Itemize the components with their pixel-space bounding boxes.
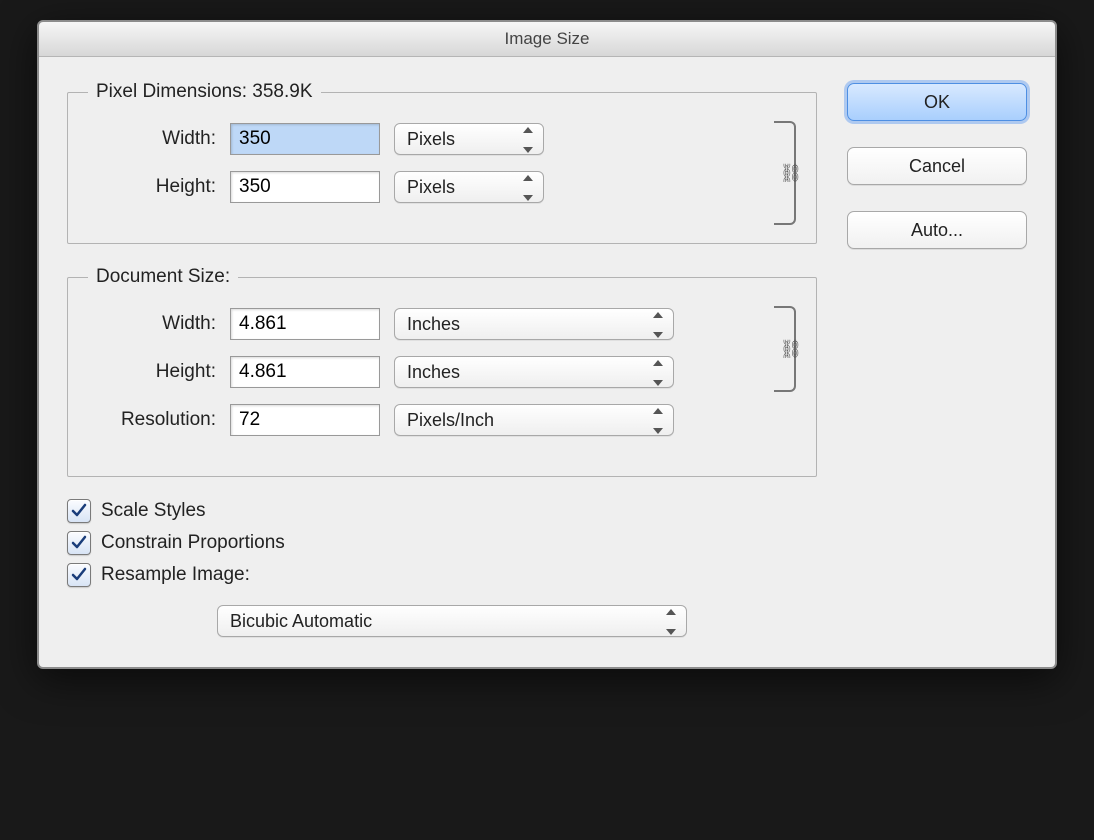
pixel-width-input[interactable] xyxy=(230,123,380,155)
doc-resolution-row: Resolution: Pixels/Inch xyxy=(88,404,756,436)
pixel-height-unit-value: Pixels xyxy=(407,177,455,198)
resample-method-row: Bicubic Automatic xyxy=(217,605,817,637)
document-size-group: Document Size: Width: Inches Height: Inc… xyxy=(67,266,817,477)
dialog-body: Pixel Dimensions: 358.9K Width: Pixels H… xyxy=(39,57,1055,667)
pixel-height-unit-select[interactable]: Pixels xyxy=(394,171,544,203)
doc-height-row: Height: Inches xyxy=(88,356,756,388)
doc-width-unit-value: Inches xyxy=(407,314,460,335)
scale-styles-label: Scale Styles xyxy=(101,500,206,522)
pixel-dimensions-legend: Pixel Dimensions: 358.9K xyxy=(88,81,321,103)
check-icon xyxy=(71,535,87,551)
document-size-legend: Document Size: xyxy=(88,266,238,288)
ok-button[interactable]: OK xyxy=(847,83,1027,121)
stepper-arrows-icon xyxy=(653,408,667,434)
pixel-width-label: Width: xyxy=(88,128,216,150)
doc-resolution-unit-select[interactable]: Pixels/Inch xyxy=(394,404,674,436)
doc-width-label: Width: xyxy=(88,313,216,335)
resample-image-row: Resample Image: xyxy=(67,563,817,587)
main-content: Pixel Dimensions: 358.9K Width: Pixels H… xyxy=(67,81,817,637)
doc-height-unit-select[interactable]: Inches xyxy=(394,356,674,388)
check-icon xyxy=(71,503,87,519)
stepper-arrows-icon xyxy=(653,312,667,338)
cancel-button[interactable]: Cancel xyxy=(847,147,1027,185)
link-icon: ⛓ xyxy=(782,159,800,187)
pixel-link-bracket: ⛓ xyxy=(774,121,796,225)
doc-width-input[interactable] xyxy=(230,308,380,340)
image-size-dialog: Image Size Pixel Dimensions: 358.9K Widt… xyxy=(37,20,1057,669)
stepper-arrows-icon xyxy=(653,360,667,386)
stepper-arrows-icon xyxy=(666,609,680,635)
pixel-height-input[interactable] xyxy=(230,171,380,203)
pixel-height-label: Height: xyxy=(88,176,216,198)
pixel-width-unit-value: Pixels xyxy=(407,129,455,150)
doc-width-row: Width: Inches xyxy=(88,308,756,340)
doc-height-input[interactable] xyxy=(230,356,380,388)
pixel-height-row: Height: Pixels xyxy=(88,171,756,203)
doc-width-unit-select[interactable]: Inches xyxy=(394,308,674,340)
doc-resolution-label: Resolution: xyxy=(88,409,216,431)
constrain-proportions-checkbox[interactable] xyxy=(67,531,91,555)
stepper-arrows-icon xyxy=(523,175,537,201)
button-panel: OK Cancel Auto... xyxy=(847,81,1027,637)
pixel-width-unit-select[interactable]: Pixels xyxy=(394,123,544,155)
resample-image-label: Resample Image: xyxy=(101,564,250,586)
doc-link-bracket: ⛓ xyxy=(774,306,796,392)
doc-resolution-unit-value: Pixels/Inch xyxy=(407,410,494,431)
doc-resolution-input[interactable] xyxy=(230,404,380,436)
auto-button[interactable]: Auto... xyxy=(847,211,1027,249)
doc-height-label: Height: xyxy=(88,361,216,383)
scale-styles-checkbox[interactable] xyxy=(67,499,91,523)
pixel-dimensions-filesize: 358.9K xyxy=(252,81,312,102)
dialog-title: Image Size xyxy=(39,22,1055,57)
pixel-width-row: Width: Pixels xyxy=(88,123,756,155)
check-icon xyxy=(71,567,87,583)
constrain-proportions-label: Constrain Proportions xyxy=(101,532,285,554)
doc-height-unit-value: Inches xyxy=(407,362,460,383)
link-icon: ⛓ xyxy=(782,335,800,363)
pixel-dimensions-group: Pixel Dimensions: 358.9K Width: Pixels H… xyxy=(67,81,817,244)
pixel-dimensions-legend-prefix: Pixel Dimensions: xyxy=(96,81,252,102)
scale-styles-row: Scale Styles xyxy=(67,499,817,523)
resample-image-checkbox[interactable] xyxy=(67,563,91,587)
resample-method-select[interactable]: Bicubic Automatic xyxy=(217,605,687,637)
stepper-arrows-icon xyxy=(523,127,537,153)
constrain-proportions-row: Constrain Proportions xyxy=(67,531,817,555)
resample-method-value: Bicubic Automatic xyxy=(230,611,372,632)
